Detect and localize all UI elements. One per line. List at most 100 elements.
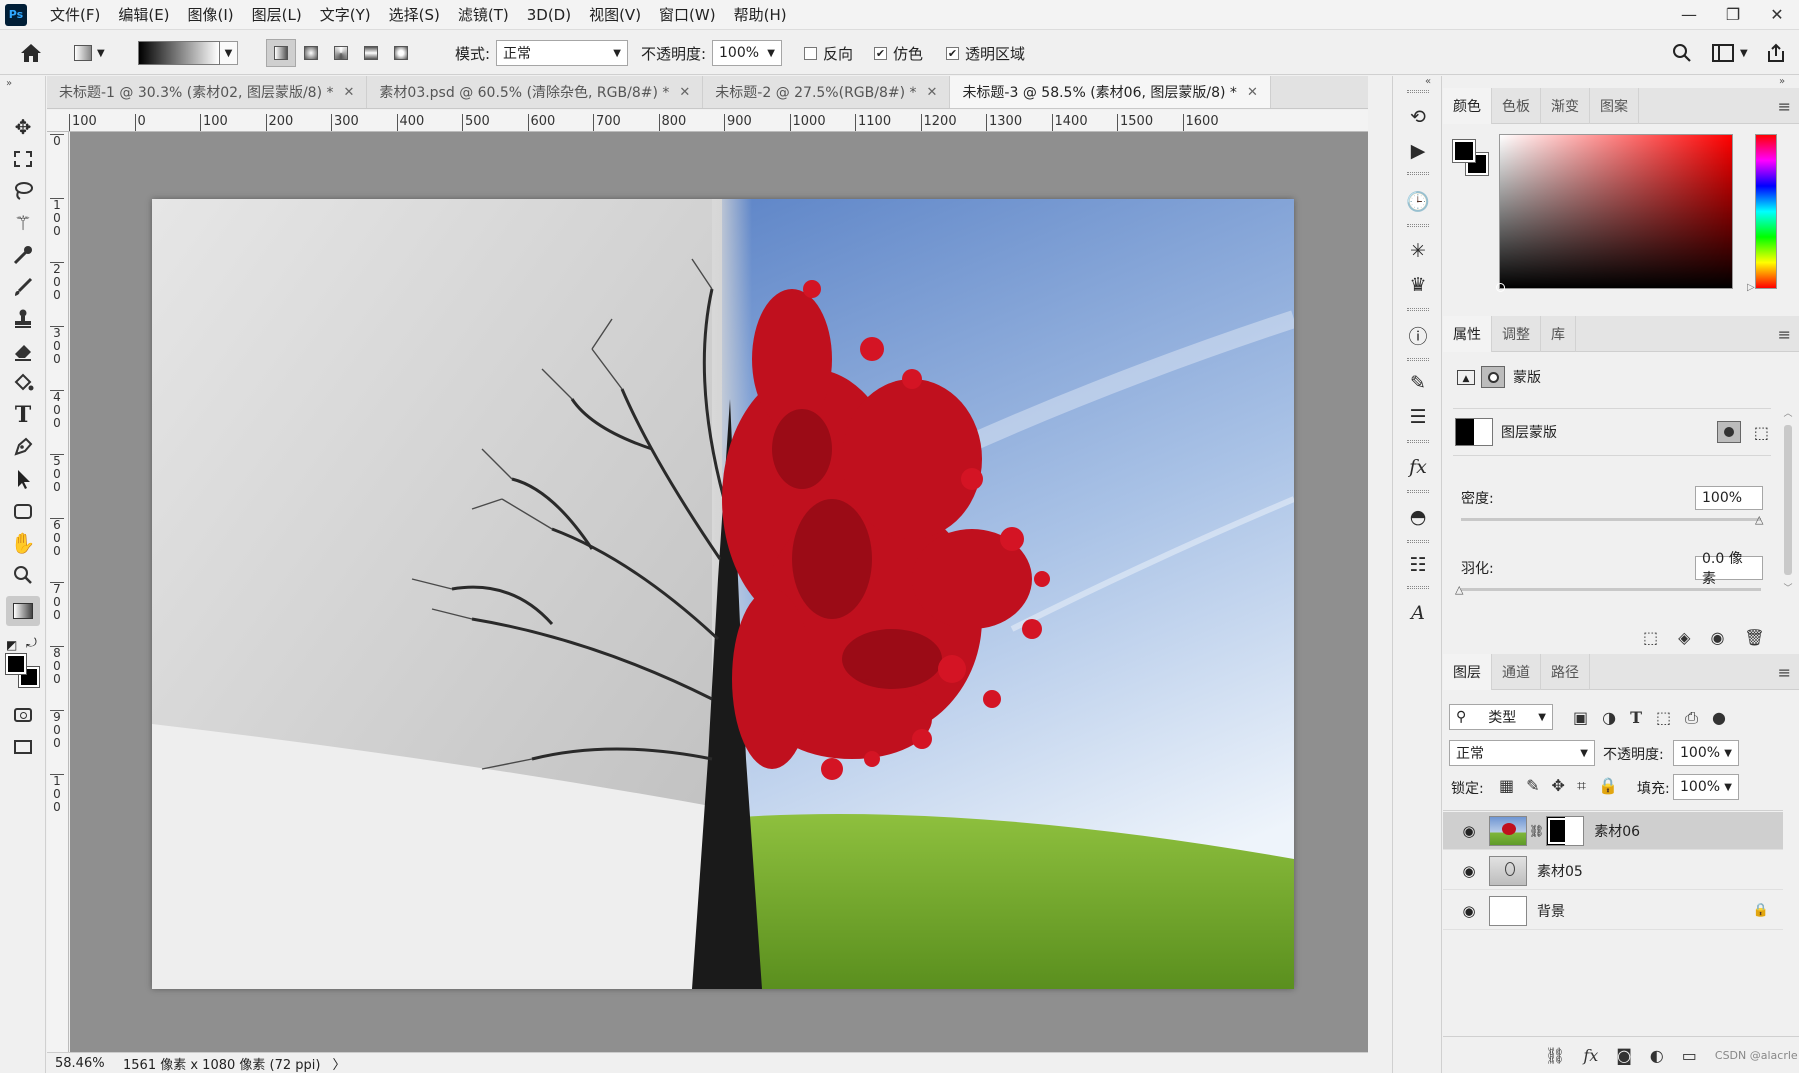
layer-name[interactable]: 素材05 (1537, 861, 1583, 881)
layer-thumbnail[interactable] (1489, 815, 1527, 846)
paragraph-button[interactable]: ☷ (1403, 550, 1433, 580)
hand-tool[interactable]: ✋ (6, 528, 40, 558)
dither-checkbox[interactable]: ✔ 仿色 (874, 39, 923, 67)
trash-icon[interactable]: 🗑 (1744, 628, 1764, 647)
tab-properties[interactable]: 属性 (1443, 316, 1492, 352)
workspace-button[interactable]: ▼ (1712, 39, 1748, 67)
hue-slider[interactable] (1755, 134, 1777, 289)
opacity-input[interactable]: 100% ▼ (712, 39, 782, 67)
fill-input[interactable]: 100% ▼ (1673, 774, 1739, 800)
feather-input[interactable]: 0.0 像素 (1695, 551, 1763, 587)
eraser-tool[interactable] (6, 336, 40, 366)
tab-adjustments[interactable]: 调整 (1492, 316, 1541, 352)
layer-opacity-input[interactable]: 100% ▼ (1673, 740, 1739, 766)
scrollbar-thumb[interactable] (1784, 425, 1792, 575)
magic-wand-tool[interactable]: ⚚ (6, 208, 40, 238)
search-button[interactable] (1672, 39, 1692, 67)
properties-scrollbar[interactable]: ︿ ﹀ (1783, 406, 1793, 626)
density-slider-handle[interactable]: △ (1755, 513, 1763, 526)
zoom-tool[interactable] (6, 560, 40, 590)
tool-preset-picker[interactable]: ▼ (74, 39, 105, 67)
menu-file[interactable]: 文件(F) (41, 0, 109, 30)
feather-slider[interactable] (1461, 588, 1761, 591)
tab-channels[interactable]: 通道 (1492, 654, 1541, 690)
collapse-icon[interactable]: » (1779, 76, 1785, 87)
quick-mask-button[interactable] (6, 700, 40, 730)
menu-window[interactable]: 窗口(W) (650, 0, 725, 30)
screen-mode-button[interactable] (6, 732, 40, 762)
linear-gradient-button[interactable] (266, 39, 296, 67)
close-icon[interactable]: ✕ (1247, 85, 1258, 100)
menu-select[interactable]: 选择(S) (380, 0, 449, 30)
checkbox-checked[interactable]: ✔ (946, 46, 959, 60)
drag-handle[interactable] (1407, 358, 1429, 361)
blend-mode-select[interactable]: 正常 ▼ (1449, 740, 1595, 766)
pen-tool[interactable] (6, 432, 40, 462)
history-brush-button[interactable]: ⟲ (1403, 102, 1433, 132)
new-group-icon[interactable]: ▭ (1682, 1046, 1697, 1065)
panel-menu-icon[interactable]: ≡ (1778, 663, 1791, 682)
foreground-color-swatch[interactable] (5, 653, 27, 675)
stamp-tool[interactable] (6, 304, 40, 334)
minimize-button[interactable]: — (1667, 0, 1711, 28)
drag-handle[interactable] (1407, 540, 1429, 543)
layer-row-素材05[interactable]: ◉ 素材05 (1443, 852, 1783, 890)
doc-tab-3[interactable]: 未标题-2 @ 27.5%(RGB/8#) * ✕ (703, 76, 951, 108)
layer-row-素材06[interactable]: ◉ ⛓ 素材06 (1443, 812, 1783, 850)
panel-menu-icon[interactable]: ≡ (1778, 97, 1791, 116)
histogram-button[interactable]: ♛ (1403, 270, 1433, 300)
tool-presets-button[interactable]: ☰ (1403, 402, 1433, 432)
visibility-eye-icon[interactable]: ◉ (1457, 862, 1481, 880)
checkbox-unchecked[interactable] (804, 46, 817, 60)
close-icon[interactable]: ✕ (927, 85, 938, 100)
image-icon[interactable]: ▲ (1457, 369, 1475, 385)
smart-object-filter-icon[interactable]: ⎙ (1685, 708, 1698, 728)
menu-edit[interactable]: 编辑(E) (109, 0, 178, 30)
doc-tab-4[interactable]: 未标题-3 @ 58.5% (素材06, 图层蒙版/8) * ✕ (950, 76, 1271, 108)
type-filter-icon[interactable]: T (1630, 708, 1642, 728)
move-tool[interactable]: ✥ (6, 112, 40, 142)
adjustment-filter-icon[interactable]: ◑ (1602, 708, 1616, 728)
pixel-filter-icon[interactable]: ▣ (1573, 708, 1588, 728)
drag-handle[interactable] (1407, 440, 1429, 443)
link-icon[interactable]: ⛓ (1529, 824, 1544, 838)
apply-mask-icon[interactable]: ◈ (1678, 628, 1690, 647)
shape-filter-icon[interactable]: ⬚ (1656, 708, 1671, 728)
lock-all-icon[interactable]: 🔒 (1598, 776, 1618, 796)
fx-icon[interactable]: fx (1583, 1046, 1598, 1065)
doc-tab-1[interactable]: 未标题-1 @ 30.3% (素材02, 图层蒙版/8) * ✕ (47, 76, 368, 108)
eye-icon[interactable]: ◉ (1710, 628, 1724, 647)
feather-slider-handle[interactable]: △ (1455, 583, 1463, 596)
lasso-tool[interactable] (6, 176, 40, 206)
close-icon[interactable]: ✕ (344, 85, 355, 100)
radial-gradient-button[interactable] (296, 39, 326, 67)
link-layers-icon[interactable]: ⛓ (1545, 1046, 1565, 1065)
brush-tool[interactable] (6, 272, 40, 302)
gradient-tool[interactable] (6, 596, 40, 626)
tab-color[interactable]: 颜色 (1443, 88, 1492, 124)
drag-handle[interactable] (1407, 490, 1429, 493)
close-button[interactable]: ✕ (1755, 0, 1799, 28)
layer-filter-select[interactable]: ⚲ 类型 ▼ (1449, 704, 1553, 730)
foreground-color-swatch[interactable] (1452, 139, 1476, 163)
home-button[interactable] (20, 39, 42, 67)
drag-handle[interactable] (1407, 90, 1429, 93)
lock-transparent-icon[interactable]: ▦ (1499, 776, 1514, 796)
mask-icon[interactable] (1481, 366, 1505, 388)
transparency-checkbox[interactable]: ✔ 透明区域 (946, 39, 1025, 67)
select-pixel-mask-button[interactable] (1717, 421, 1741, 443)
brush-settings-button[interactable]: ✎ (1403, 368, 1433, 398)
clone-source-button[interactable]: ◓ (1403, 502, 1433, 532)
menu-view[interactable]: 视图(V) (580, 0, 650, 30)
tab-gradients[interactable]: 渐变 (1541, 88, 1590, 124)
layer-row-背景[interactable]: ◉ 背景 🔒 (1443, 892, 1783, 930)
collapse-icon[interactable]: » (6, 78, 12, 89)
paint-bucket-tool[interactable] (6, 368, 40, 398)
density-slider[interactable] (1461, 518, 1761, 521)
drag-handle[interactable] (1407, 586, 1429, 589)
menu-filter[interactable]: 滤镜(T) (449, 0, 518, 30)
character-button[interactable]: A (1403, 598, 1433, 628)
drag-handle[interactable] (1407, 308, 1429, 311)
visibility-eye-icon[interactable]: ◉ (1457, 822, 1481, 840)
default-colors-icon[interactable]: ◩ (6, 638, 17, 652)
